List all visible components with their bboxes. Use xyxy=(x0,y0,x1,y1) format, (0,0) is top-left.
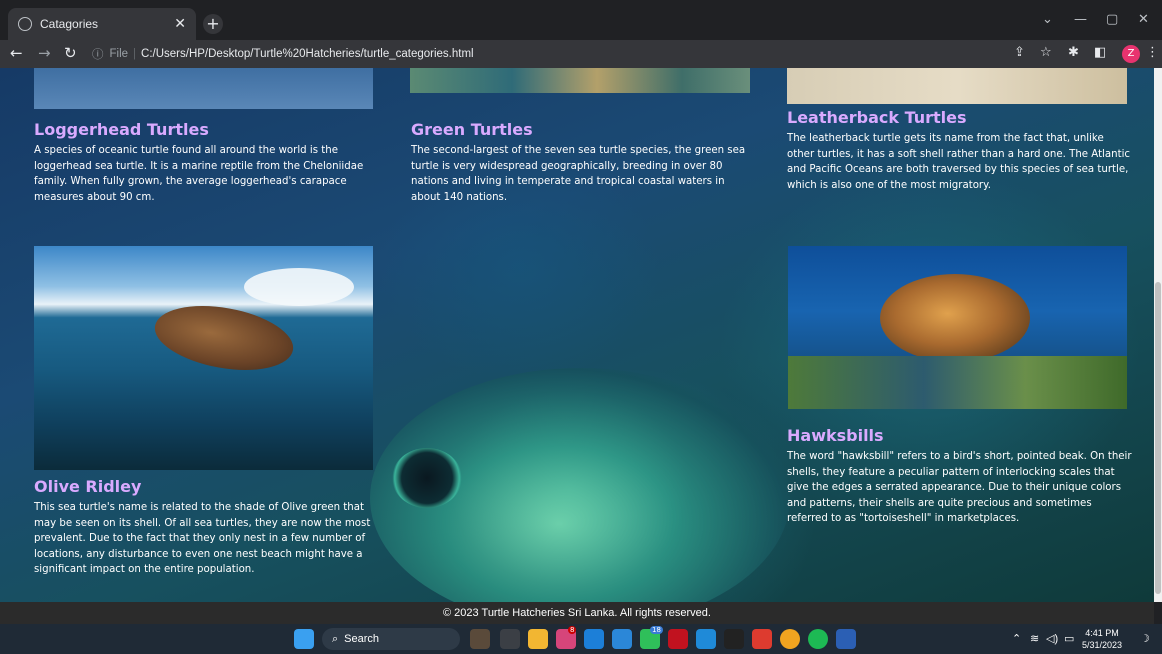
green-description: The second-largest of the seven sea turt… xyxy=(411,145,746,203)
url-text: C:/Users/HP/Desktop/Turtle%20Hatcheries/… xyxy=(141,48,474,60)
file-explorer-icon[interactable] xyxy=(528,629,548,649)
chrome-icon[interactable] xyxy=(780,629,800,649)
green-title: Green Turtles xyxy=(411,120,533,139)
search-icon: ⌕ xyxy=(332,632,339,645)
reload-icon[interactable]: ↻ xyxy=(64,44,77,62)
hawksbill-description: The word "hawksbill" refers to a bird's … xyxy=(787,451,1132,525)
tab-title: Catagories xyxy=(40,17,99,31)
loggerhead-description: A species of oceanic turtle found all ar… xyxy=(34,145,364,203)
tab-strip: Catagories ✕ + ⌄ — ▢ ✕ xyxy=(0,0,1162,40)
extensions-icon[interactable]: ✱ xyxy=(1068,45,1079,60)
notification-icon[interactable]: ☽ xyxy=(1140,632,1150,645)
leatherback-description: The leatherback turtle gets its name fro… xyxy=(787,133,1131,191)
close-tab-icon[interactable]: ✕ xyxy=(174,16,186,32)
taskbar-clock[interactable]: 4:41 PM 5/31/2023 xyxy=(1082,627,1122,651)
globe-icon xyxy=(18,17,32,31)
hawksbill-photo xyxy=(788,246,1127,409)
vscode-icon[interactable] xyxy=(696,629,716,649)
edge-icon[interactable] xyxy=(584,629,604,649)
minimize-icon[interactable]: — xyxy=(1074,12,1087,27)
menu-icon[interactable]: ⋮ xyxy=(1146,45,1159,60)
address-bar[interactable]: ⓘ File | C:/Users/HP/Desktop/Turtle%20Ha… xyxy=(92,43,1004,65)
browser-toolbar: ← → ↻ ⓘ File | C:/Users/HP/Desktop/Turtl… xyxy=(0,40,1162,68)
info-icon[interactable]: ⓘ xyxy=(92,46,104,62)
game-app-icon[interactable] xyxy=(724,629,744,649)
reef-shape xyxy=(788,356,1127,409)
taskbar-search[interactable]: ⌕ Search xyxy=(322,628,460,650)
profile-avatar[interactable]: Z xyxy=(1122,45,1140,63)
scrollbar-thumb[interactable] xyxy=(1155,282,1161,594)
green-turtle-photo xyxy=(410,68,750,93)
widgets-icon[interactable] xyxy=(470,629,490,649)
game-app-icon[interactable] xyxy=(752,629,772,649)
hawksbill-title: Hawksbills xyxy=(787,426,884,445)
page-footer: © 2023 Turtle Hatcheries Sri Lanka. All … xyxy=(0,602,1154,624)
clock-time: 4:41 PM xyxy=(1085,628,1119,638)
task-view-icon[interactable] xyxy=(500,629,520,649)
olive-ridley-title: Olive Ridley xyxy=(34,477,142,496)
bookmark-star-icon[interactable]: ☆ xyxy=(1040,45,1052,60)
wifi-icon[interactable]: ≋ xyxy=(1030,632,1039,645)
tab-search-icon[interactable]: ⌄ xyxy=(1042,12,1053,27)
url-scheme: File xyxy=(109,48,129,60)
search-label: Search xyxy=(344,633,380,645)
os-taskbar: ⌕ Search 8 18 ⌃ ≋ ◁) ▭ 4:41 PM 5/31/2023… xyxy=(0,624,1162,654)
instagram-icon[interactable]: 8 xyxy=(556,626,577,649)
restore-icon[interactable]: ▢ xyxy=(1106,12,1118,27)
store-icon[interactable] xyxy=(612,629,632,649)
netflix-icon[interactable] xyxy=(668,629,688,649)
volume-icon[interactable]: ◁) xyxy=(1046,632,1058,645)
loggerhead-title: Loggerhead Turtles xyxy=(34,120,209,139)
spotify-icon[interactable] xyxy=(808,629,828,649)
instagram-badge: 8 xyxy=(568,626,577,634)
olive-ridley-photo xyxy=(34,246,373,470)
forward-icon[interactable]: → xyxy=(38,44,51,62)
leatherback-title: Leatherback Turtles xyxy=(787,108,967,127)
side-panel-icon[interactable]: ◧ xyxy=(1094,45,1106,60)
whatsapp-icon[interactable]: 18 xyxy=(640,626,663,649)
chevron-up-icon[interactable]: ⌃ xyxy=(1012,632,1021,645)
loggerhead-photo xyxy=(34,68,373,109)
new-tab-button[interactable]: + xyxy=(203,14,223,34)
windows-start-icon[interactable] xyxy=(294,629,314,649)
close-window-icon[interactable]: ✕ xyxy=(1138,12,1149,27)
whatsapp-badge: 18 xyxy=(650,626,663,634)
browser-tab[interactable]: Catagories ✕ xyxy=(8,8,196,40)
background-turtle-eye xyxy=(392,448,462,508)
turtle-shape xyxy=(880,274,1030,362)
cloud-shape xyxy=(244,268,354,306)
share-icon[interactable]: ⇪ xyxy=(1014,45,1025,60)
turtle-shape xyxy=(149,296,299,380)
url-separator: | xyxy=(133,48,137,60)
word-icon[interactable] xyxy=(836,629,856,649)
leatherback-photo xyxy=(787,68,1127,104)
back-icon[interactable]: ← xyxy=(10,44,23,62)
battery-icon[interactable]: ▭ xyxy=(1064,632,1074,645)
clock-date: 5/31/2023 xyxy=(1082,640,1123,650)
olive-ridley-description: This sea turtle's name is related to the… xyxy=(34,502,371,576)
